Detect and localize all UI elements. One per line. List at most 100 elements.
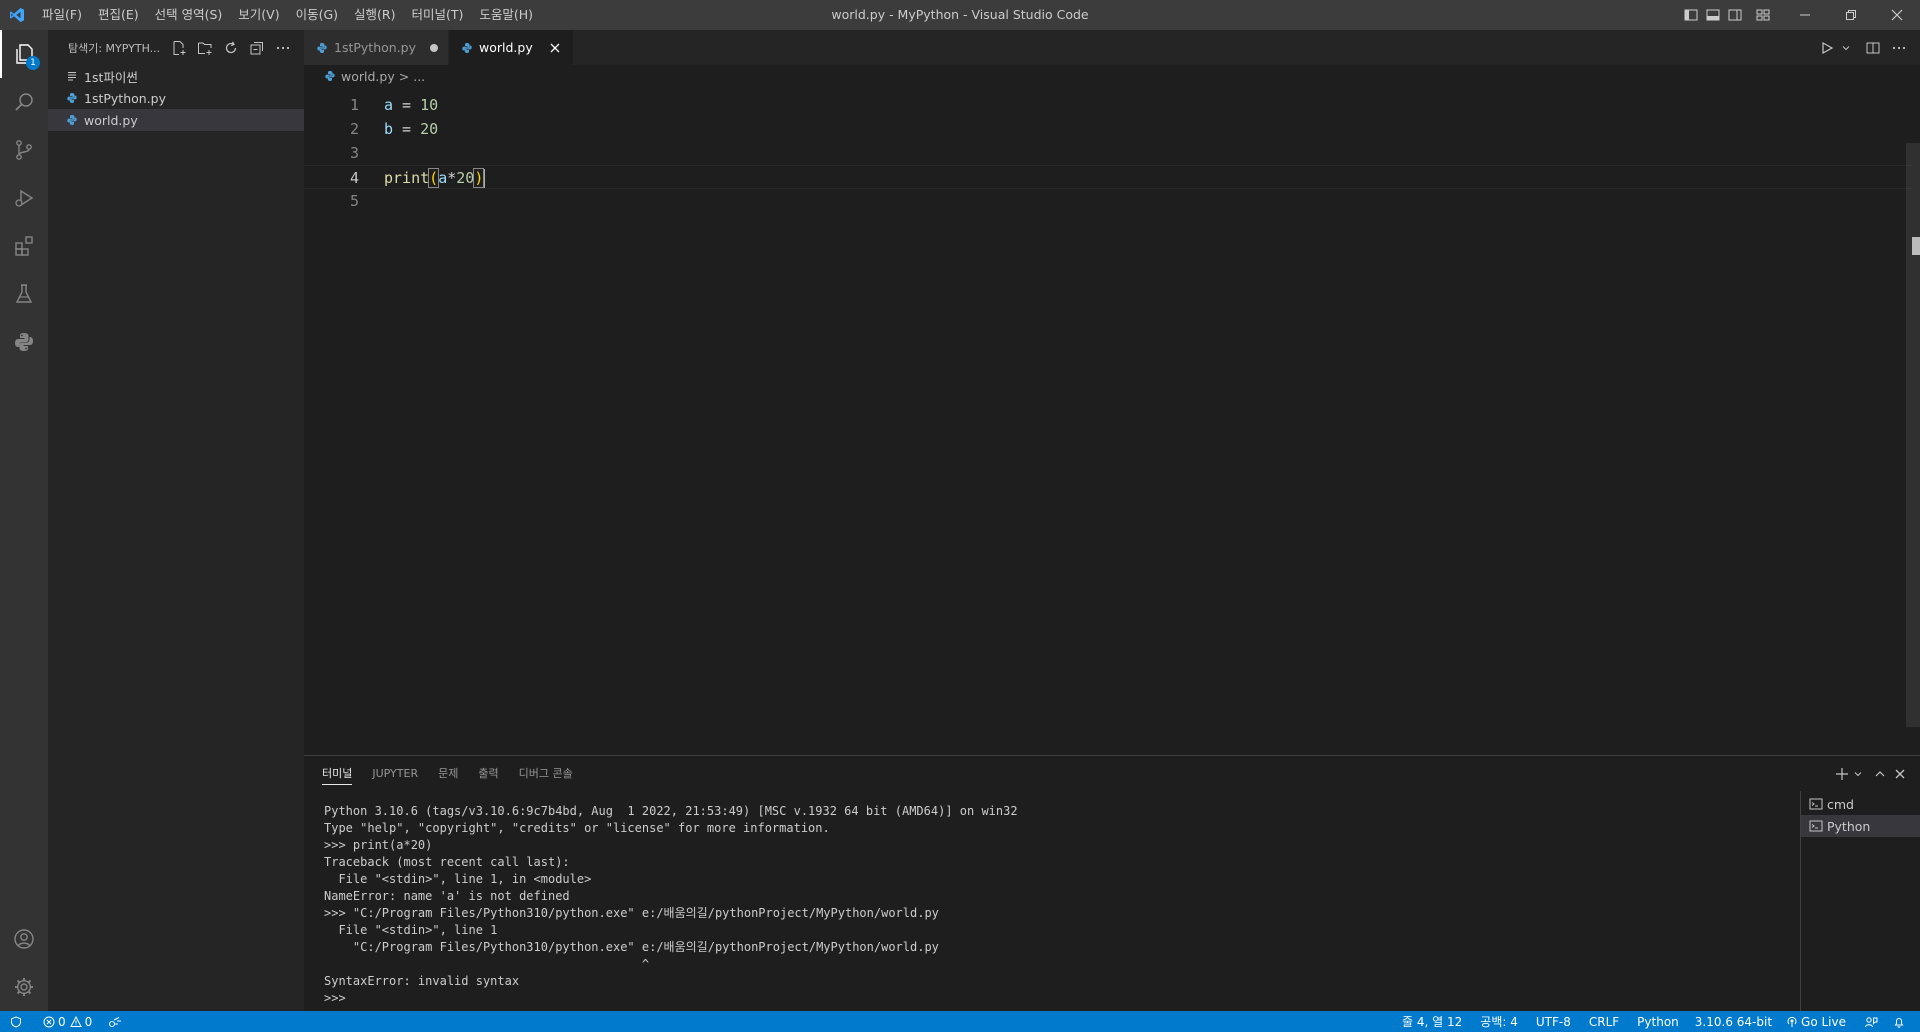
- restore-icon[interactable]: [1828, 0, 1874, 30]
- explorer-icon[interactable]: 1: [0, 30, 48, 78]
- line-source: a = 10: [384, 93, 438, 117]
- terminal-output[interactable]: Python 3.10.6 (tags/v3.10.6:9c7b4bd, Aug…: [304, 791, 1799, 1011]
- terminal-line: File "<stdin>", line 1, in <module>: [324, 872, 592, 886]
- accounts-icon[interactable]: [0, 915, 48, 963]
- minimize-icon[interactable]: [1782, 0, 1828, 30]
- new-folder-icon[interactable]: [192, 37, 218, 59]
- menu-edit[interactable]: 편집(E): [90, 0, 147, 30]
- cursor-position[interactable]: 줄 4, 열 12: [1396, 1011, 1468, 1032]
- variable-token: a: [384, 96, 394, 114]
- terminal-line: >>> "C:/Program Files/Python310/python.e…: [324, 906, 939, 920]
- breadcrumb-file[interactable]: world.py: [341, 69, 395, 84]
- status-bar: 0 0 줄 4, 열 12 공백: 4 UTF-8 CRLF Python 3.…: [0, 1011, 1920, 1032]
- code-line: 2 b = 20: [304, 117, 1912, 141]
- menu-file[interactable]: 파일(F): [34, 0, 90, 30]
- unsaved-dot-icon[interactable]: [430, 43, 439, 52]
- tab-1stpython[interactable]: 1stPython.py: [304, 30, 450, 65]
- menu-help[interactable]: 도움말(H): [471, 0, 541, 30]
- python-file-icon: [461, 42, 473, 54]
- terminal-line: Type "help", "copyright", "credits" or "…: [324, 821, 830, 835]
- menu-go[interactable]: 이동(G): [288, 0, 346, 30]
- tree-item-1st-folder[interactable]: 1st파이썬: [48, 65, 304, 87]
- toggle-panel-icon[interactable]: [1702, 0, 1724, 30]
- operator-token: =: [393, 96, 421, 114]
- terminal-line: "C:/Program Files/Python310/python.exe" …: [324, 940, 939, 954]
- explorer-sidebar: 탐색기: MYPYTH... 1st파이썬 1stPython.py world…: [48, 30, 304, 1011]
- menu-view[interactable]: 보기(V): [230, 0, 287, 30]
- python-file-icon: [64, 90, 80, 106]
- terminal-icon: [1809, 797, 1823, 811]
- customize-layout-icon[interactable]: [1752, 0, 1774, 30]
- menu-terminal[interactable]: 터미널(T): [404, 0, 472, 30]
- line-number: 5: [349, 192, 359, 210]
- tab-debug-console[interactable]: 디버그 콘솔: [509, 756, 583, 791]
- search-icon[interactable]: [0, 78, 48, 126]
- close-tab-icon[interactable]: [547, 40, 563, 56]
- terminal-icon: [1809, 819, 1823, 833]
- code-editor[interactable]: 1 a = 10 2 b = 20 3 4 print(a*20) 5: [304, 87, 1920, 755]
- operator-token: =: [393, 120, 421, 138]
- tree-item-world[interactable]: world.py: [48, 109, 304, 131]
- terminal-item-python[interactable]: Python: [1801, 815, 1920, 837]
- bracket-token: ): [473, 168, 485, 188]
- close-panel-icon[interactable]: [1890, 763, 1910, 785]
- settings-gear-icon[interactable]: [0, 963, 48, 1011]
- chevron-down-icon[interactable]: [1852, 763, 1864, 785]
- line-number: 4: [349, 169, 359, 187]
- language-mode[interactable]: Python: [1631, 1011, 1685, 1032]
- indentation[interactable]: 공백: 4: [1474, 1011, 1524, 1032]
- go-live-button[interactable]: Go Live: [1780, 1011, 1852, 1032]
- new-terminal-plus-icon[interactable]: [1832, 763, 1852, 785]
- notifications-bell-icon[interactable]: [1887, 1011, 1914, 1032]
- close-window-icon[interactable]: [1874, 0, 1920, 30]
- end-of-line[interactable]: CRLF: [1583, 1011, 1625, 1032]
- menu-selection[interactable]: 선택 영역(S): [147, 0, 231, 30]
- python-file-icon: [64, 112, 80, 128]
- encoding[interactable]: UTF-8: [1530, 1011, 1577, 1032]
- terminal-line: SyntaxError: invalid syntax: [324, 974, 520, 988]
- breadcrumb-symbols[interactable]: ...: [413, 69, 425, 84]
- remote-indicator-icon[interactable]: [0, 1011, 31, 1032]
- tab-terminal[interactable]: 터미널: [312, 756, 362, 791]
- error-count: 0: [58, 1014, 66, 1029]
- run-python-file-icon[interactable]: [1814, 37, 1840, 59]
- tab-output[interactable]: 출력: [468, 756, 508, 791]
- terminal-item-label: cmd: [1827, 796, 1854, 812]
- tree-item-1stpython[interactable]: 1stPython.py: [48, 87, 304, 109]
- terminal-item-cmd[interactable]: cmd: [1801, 793, 1920, 815]
- minimap-viewport[interactable]: [1912, 237, 1920, 255]
- tab-jupyter[interactable]: JUPYTER: [362, 756, 428, 791]
- problems-indicator[interactable]: 0 0: [37, 1011, 98, 1032]
- menu-run[interactable]: 실행(R): [346, 0, 403, 30]
- testing-icon[interactable]: [0, 270, 48, 318]
- python-icon[interactable]: [0, 318, 48, 366]
- source-control-icon[interactable]: [0, 126, 48, 174]
- tab-world[interactable]: world.py: [449, 30, 574, 65]
- editor-scrollbar[interactable]: [1906, 143, 1920, 727]
- code-line-current: 4 print(a*20): [304, 165, 1912, 189]
- refresh-icon[interactable]: [218, 37, 244, 59]
- run-debug-icon[interactable]: [0, 174, 48, 222]
- more-actions-icon[interactable]: [1886, 37, 1912, 59]
- toggle-primary-sidebar-icon[interactable]: [1680, 0, 1702, 30]
- live-share-icon[interactable]: [102, 1011, 131, 1032]
- vscode-logo-icon: [0, 0, 34, 30]
- extensions-icon[interactable]: [0, 222, 48, 270]
- feedback-icon[interactable]: [1858, 1011, 1887, 1032]
- python-file-icon: [316, 42, 328, 54]
- go-live-label: Go Live: [1801, 1014, 1846, 1029]
- split-editor-icon[interactable]: [1860, 37, 1886, 59]
- python-interpreter[interactable]: 3.10.6 64-bit: [1689, 1011, 1778, 1032]
- toggle-secondary-sidebar-icon[interactable]: [1724, 0, 1746, 30]
- tab-problems[interactable]: 문제: [428, 756, 468, 791]
- chevron-down-icon[interactable]: [1840, 37, 1852, 59]
- maximize-panel-chevron-up-icon[interactable]: [1870, 763, 1890, 785]
- line-number: 1: [349, 96, 359, 114]
- breadcrumb-separator: >: [398, 68, 410, 84]
- new-file-icon[interactable]: [166, 37, 192, 59]
- code-line: 1 a = 10: [304, 93, 1912, 117]
- more-actions-icon[interactable]: [270, 37, 296, 59]
- terminal-prompt: >>>: [324, 991, 346, 1005]
- collapse-all-icon[interactable]: [244, 37, 270, 59]
- file-lines-icon: [64, 68, 80, 84]
